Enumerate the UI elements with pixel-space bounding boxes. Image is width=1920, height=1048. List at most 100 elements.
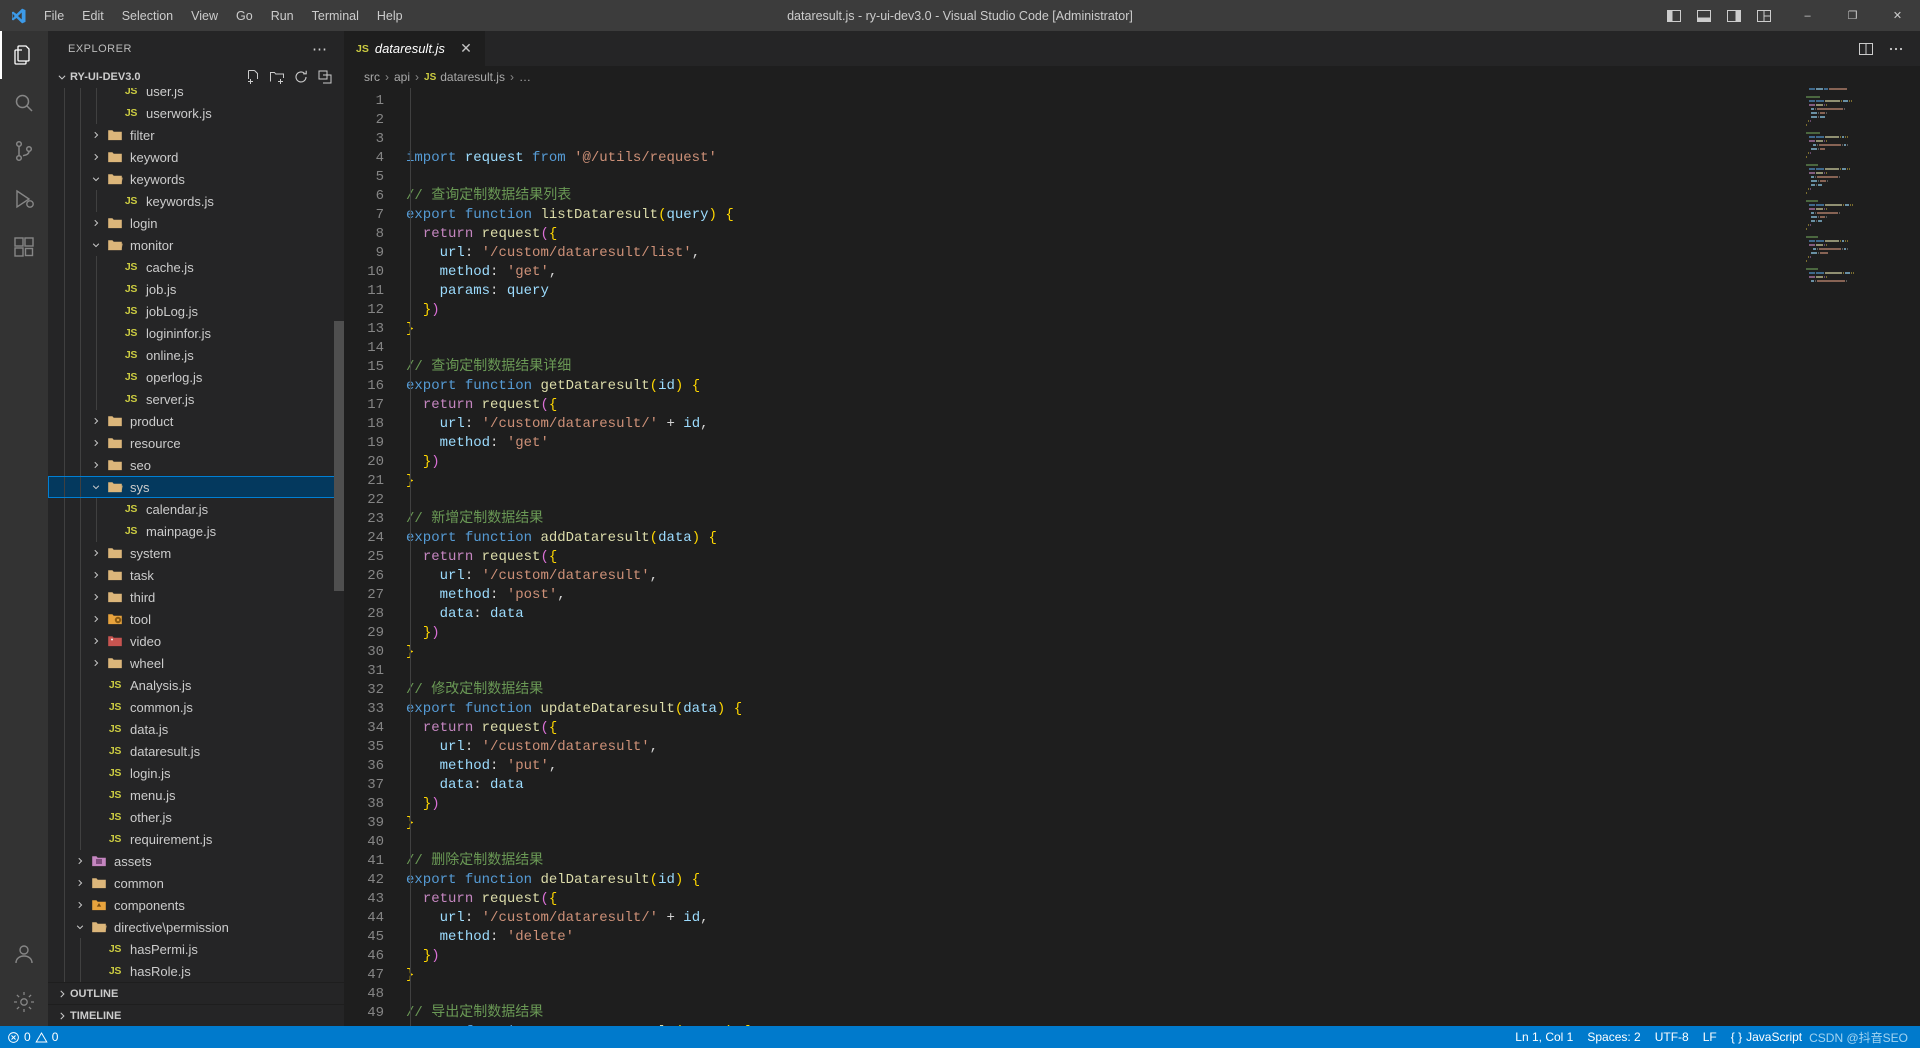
chevron-right-icon[interactable] bbox=[88, 152, 104, 162]
chevron-down-icon[interactable] bbox=[88, 174, 104, 184]
tree-item-hasrole-js[interactable]: JS hasRole.js bbox=[48, 960, 344, 982]
menu-terminal[interactable]: Terminal bbox=[303, 0, 368, 31]
menu-view[interactable]: View bbox=[182, 0, 227, 31]
code-line[interactable]: import request from '@/utils/request' bbox=[406, 149, 1920, 168]
tree-item-dataresult-js[interactable]: JS dataresult.js bbox=[48, 740, 344, 762]
tree-item-video[interactable]: video bbox=[48, 630, 344, 652]
activity-search[interactable] bbox=[0, 79, 48, 127]
menu-bar[interactable]: File Edit Selection View Go Run Terminal… bbox=[35, 0, 412, 31]
chevron-right-icon[interactable] bbox=[88, 460, 104, 470]
tree-item-server-js[interactable]: JS server.js bbox=[48, 388, 344, 410]
window-maximize-button[interactable]: ❐ bbox=[1830, 0, 1875, 31]
tree-item-product[interactable]: product bbox=[48, 410, 344, 432]
project-actions[interactable] bbox=[242, 66, 344, 88]
activity-settings[interactable] bbox=[0, 978, 48, 1026]
chevron-right-icon[interactable] bbox=[88, 416, 104, 426]
tree-item-user-js[interactable]: JS user.js bbox=[48, 88, 344, 102]
chevron-right-icon[interactable] bbox=[88, 218, 104, 228]
code-line[interactable]: return request({ bbox=[406, 548, 1920, 567]
code-line[interactable]: method: 'post', bbox=[406, 586, 1920, 605]
chevron-right-icon[interactable] bbox=[88, 130, 104, 140]
tree-item-haspermi-js[interactable]: JS hasPermi.js bbox=[48, 938, 344, 960]
menu-help[interactable]: Help bbox=[368, 0, 412, 31]
code-line[interactable]: } bbox=[406, 966, 1920, 985]
code-line[interactable] bbox=[406, 491, 1920, 510]
sidebar-scrollbar[interactable] bbox=[334, 321, 344, 591]
code-line[interactable]: return request({ bbox=[406, 396, 1920, 415]
tree-item-joblog-js[interactable]: JS jobLog.js bbox=[48, 300, 344, 322]
project-folder-header[interactable]: RY-UI-DEV3.0 bbox=[48, 66, 344, 88]
new-folder-icon[interactable] bbox=[266, 66, 288, 88]
tree-item-components[interactable]: components bbox=[48, 894, 344, 916]
code-line[interactable]: export function updateDataresult(data) { bbox=[406, 700, 1920, 719]
code-line[interactable]: // 新增定制数据结果 bbox=[406, 510, 1920, 529]
menu-go[interactable]: Go bbox=[227, 0, 262, 31]
menu-file[interactable]: File bbox=[35, 0, 73, 31]
breadcrumb-symbol[interactable]: … bbox=[519, 70, 531, 84]
menu-selection[interactable]: Selection bbox=[113, 0, 182, 31]
chevron-down-icon[interactable] bbox=[72, 922, 88, 932]
tree-item-resource[interactable]: resource bbox=[48, 432, 344, 454]
code-line[interactable]: } bbox=[406, 320, 1920, 339]
status-cursor-position[interactable]: Ln 1, Col 1 bbox=[1508, 1026, 1580, 1048]
code-line[interactable]: }) bbox=[406, 795, 1920, 814]
chevron-right-icon[interactable] bbox=[88, 614, 104, 624]
code-line[interactable]: }) bbox=[406, 947, 1920, 966]
tree-item-assets[interactable]: assets bbox=[48, 850, 344, 872]
code-line[interactable]: data: data bbox=[406, 605, 1920, 624]
sidebar-more-actions-icon[interactable]: ⋯ bbox=[304, 40, 336, 58]
chevron-right-icon[interactable] bbox=[88, 636, 104, 646]
code-line[interactable]: } bbox=[406, 472, 1920, 491]
code-line[interactable] bbox=[406, 985, 1920, 1004]
tree-item-analysis-js[interactable]: JS Analysis.js bbox=[48, 674, 344, 696]
code-line[interactable]: // 修改定制数据结果 bbox=[406, 681, 1920, 700]
code-line[interactable]: method: 'get' bbox=[406, 434, 1920, 453]
refresh-icon[interactable] bbox=[290, 66, 312, 88]
tree-item-operlog-js[interactable]: JS operlog.js bbox=[48, 366, 344, 388]
activity-accounts[interactable] bbox=[0, 930, 48, 978]
status-encoding[interactable]: UTF-8 bbox=[1648, 1026, 1696, 1048]
toggle-panel-icon[interactable] bbox=[1689, 0, 1719, 31]
tree-item-keyword[interactable]: keyword bbox=[48, 146, 344, 168]
code-line[interactable]: }) bbox=[406, 453, 1920, 472]
activity-run-and-debug[interactable] bbox=[0, 175, 48, 223]
code-line[interactable]: method: 'put', bbox=[406, 757, 1920, 776]
tree-item-data-js[interactable]: JS data.js bbox=[48, 718, 344, 740]
toggle-secondary-sidebar-icon[interactable] bbox=[1719, 0, 1749, 31]
tree-item-keywords[interactable]: keywords bbox=[48, 168, 344, 190]
code-line[interactable]: url: '/custom/dataresult/' + id, bbox=[406, 909, 1920, 928]
chevron-right-icon[interactable] bbox=[88, 658, 104, 668]
code-line[interactable]: url: '/custom/dataresult', bbox=[406, 738, 1920, 757]
code-line[interactable]: export function exportDataresult(query) … bbox=[406, 1023, 1920, 1026]
chevron-right-icon[interactable] bbox=[72, 900, 88, 910]
code-line[interactable] bbox=[406, 168, 1920, 187]
tree-item-cache-js[interactable]: JS cache.js bbox=[48, 256, 344, 278]
menu-run[interactable]: Run bbox=[262, 0, 303, 31]
tree-item-directive-permission[interactable]: directive\permission bbox=[48, 916, 344, 938]
code-line[interactable]: url: '/custom/dataresult', bbox=[406, 567, 1920, 586]
tree-item-menu-js[interactable]: JS menu.js bbox=[48, 784, 344, 806]
breadcrumb[interactable]: src › api › JS dataresult.js › … bbox=[344, 66, 1920, 88]
chevron-right-icon[interactable] bbox=[88, 548, 104, 558]
code-line[interactable] bbox=[406, 339, 1920, 358]
code-editor[interactable]: 1 2 3 4 5 6 7 8 9 10 11 12 13 14 15 16 17 18 19 20 21 22 23 24 2… bbox=[344, 88, 1920, 1026]
tree-item-requirement-js[interactable]: JS requirement.js bbox=[48, 828, 344, 850]
tree-item-common[interactable]: common bbox=[48, 872, 344, 894]
new-file-icon[interactable] bbox=[242, 66, 264, 88]
tab-dataresult-js[interactable]: JS dataresult.js ✕ bbox=[344, 31, 486, 66]
code-line[interactable] bbox=[406, 662, 1920, 681]
chevron-right-icon[interactable] bbox=[88, 438, 104, 448]
code-line[interactable]: // 查询定制数据结果列表 bbox=[406, 187, 1920, 206]
code-line[interactable]: // 查询定制数据结果详细 bbox=[406, 358, 1920, 377]
collapse-all-icon[interactable] bbox=[314, 66, 336, 88]
tree-item-monitor[interactable]: monitor bbox=[48, 234, 344, 256]
chevron-down-icon[interactable] bbox=[88, 482, 104, 492]
outline-panel-header[interactable]: OUTLINE bbox=[48, 982, 344, 1004]
editor-scrollbar[interactable] bbox=[1906, 88, 1920, 1026]
file-tree[interactable]: JS user.js JS userwork.js filter keyword keywo… bbox=[48, 88, 344, 982]
tree-item-other-js[interactable]: JS other.js bbox=[48, 806, 344, 828]
more-actions-icon[interactable] bbox=[1882, 31, 1910, 66]
code-line[interactable]: export function addDataresult(data) { bbox=[406, 529, 1920, 548]
code-line[interactable]: } bbox=[406, 814, 1920, 833]
tree-item-tool[interactable]: tool bbox=[48, 608, 344, 630]
